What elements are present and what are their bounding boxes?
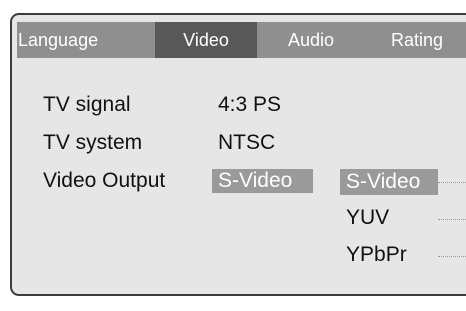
video-output-options: S-Video YUV YPbPr [340,169,466,269]
tab-video[interactable]: Video [155,22,257,58]
tv-signal-value[interactable]: 4:3 PS [218,93,281,117]
tab-language[interactable]: Language [17,22,156,58]
tv-signal-label: TV signal [43,93,131,116]
tab-audio[interactable]: Audio [257,22,365,58]
tv-system-label: TV system [43,131,143,154]
menu-tab-bar: Language Video Audio Rating [17,22,466,58]
option-leader-line [438,219,466,220]
option-leader-line [438,182,466,183]
tab-rating[interactable]: Rating [365,22,466,58]
option-leader-line [438,256,466,257]
video-output-value[interactable]: S-Video [212,169,313,193]
option-s-video[interactable]: S-Video [340,169,438,195]
tv-system-value[interactable]: NTSC [218,131,275,155]
video-output-label: Video Output [43,169,166,192]
option-ypbpr[interactable]: YPbPr [340,242,407,268]
option-yuv[interactable]: YUV [340,205,389,231]
